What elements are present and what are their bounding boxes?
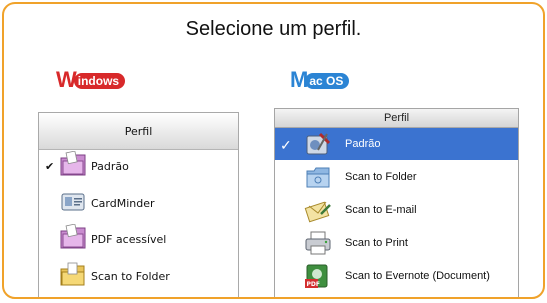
windows-profile-label: PDF acessível: [91, 233, 167, 246]
macos-profile-label: Scan to Print: [345, 237, 408, 249]
yellow-folder-icon: [60, 262, 85, 286]
windows-profile-item-scan-to-folder[interactable]: Scan to Folder: [39, 261, 238, 291]
macos-profile-item-scan-to-print[interactable]: Scan to Print: [275, 227, 518, 259]
windows-badge: Windows: [56, 69, 126, 91]
folder-profile-icon: [60, 224, 86, 249]
macos-profile-item-scan-to-evernote[interactable]: PDF Scan to Evernote (Document): [275, 260, 518, 292]
folder-profile-icon: [60, 151, 86, 176]
profile-selection-frame: Selecione um perfil. Windows Mac OS Perf…: [2, 2, 545, 299]
evernote-pdf-icon: PDF: [305, 264, 328, 288]
macos-badge: Mac OS: [290, 69, 350, 91]
check-icon: ✓: [280, 137, 292, 153]
macos-badge-text: ac OS: [305, 73, 350, 89]
check-icon: ✔: [45, 160, 55, 173]
windows-profile-header: Perfil: [39, 113, 238, 150]
windows-badge-text: indows: [73, 73, 126, 89]
macos-profile-item-scan-to-folder[interactable]: Scan to Folder: [275, 161, 518, 193]
envelope-icon: [304, 201, 331, 223]
windows-profile-label: Scan to Folder: [91, 270, 170, 283]
card-icon: [61, 193, 85, 211]
macos-profile-list: Perfil ✓ Padrão Scan to Folder Scan to E…: [274, 108, 519, 297]
svg-text:PDF: PDF: [307, 281, 320, 288]
macos-profile-label: Scan to Evernote (Document): [345, 270, 490, 282]
windows-profile-label: CardMinder: [91, 197, 155, 210]
blue-folder-icon: [306, 167, 330, 188]
macos-profile-item-scan-to-email[interactable]: Scan to E-mail: [275, 194, 518, 226]
macos-profile-header: Perfil: [275, 109, 518, 128]
windows-profile-item-padrao[interactable]: ✔ Padrão: [39, 151, 238, 181]
macos-profile-label: Padrão: [345, 138, 381, 150]
windows-profile-item-pdf-acessivel[interactable]: PDF acessível: [39, 224, 238, 254]
printer-icon: [305, 231, 331, 255]
macos-profile-item-padrao[interactable]: ✓ Padrão: [275, 128, 518, 160]
page-title: Selecione um perfil.: [185, 18, 362, 40]
windows-profile-list: Perfil ✔ Padrão CardMinder PDF acessível…: [38, 112, 239, 297]
macos-profile-label: Scan to Folder: [345, 171, 417, 183]
tools-icon: [306, 132, 331, 155]
windows-profile-item-cardminder[interactable]: CardMinder: [39, 188, 238, 218]
macos-profile-label: Scan to E-mail: [345, 204, 417, 216]
windows-profile-label: Padrão: [91, 160, 129, 173]
